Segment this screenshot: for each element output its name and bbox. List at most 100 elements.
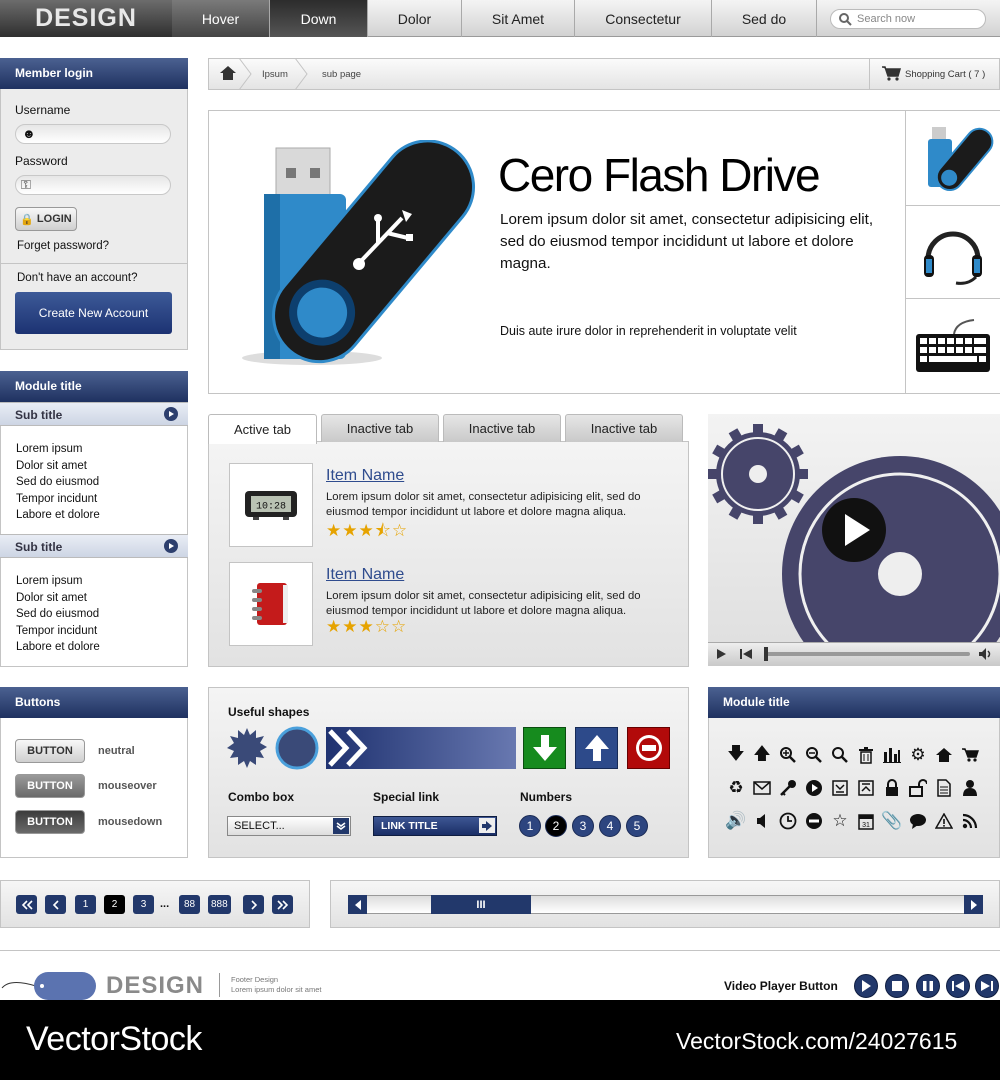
thumbnail-keyboard[interactable] bbox=[905, 299, 1000, 394]
star-rating[interactable]: ★★★⯪☆ bbox=[326, 518, 408, 547]
scroll-left-icon[interactable] bbox=[348, 895, 367, 914]
search-icon[interactable] bbox=[828, 743, 852, 767]
stop-sign-icon[interactable] bbox=[627, 727, 670, 769]
list-item[interactable]: Tempor incidunt bbox=[16, 491, 100, 508]
zoom-in-icon[interactable] bbox=[776, 743, 800, 767]
stop-icon[interactable] bbox=[885, 974, 909, 998]
tab-active[interactable]: Active tab bbox=[208, 414, 317, 444]
list-item[interactable]: Tempor incidunt bbox=[16, 623, 100, 640]
nav-item-down[interactable]: Down bbox=[270, 0, 368, 37]
nav-item-hover[interactable]: Hover bbox=[172, 0, 270, 37]
search-input[interactable]: Search now bbox=[830, 9, 986, 29]
collapse-down-icon[interactable] bbox=[828, 776, 852, 800]
number-button[interactable]: 1 bbox=[519, 815, 541, 837]
subtitle-2[interactable]: Sub title bbox=[0, 534, 188, 558]
scroll-right-icon[interactable] bbox=[964, 895, 983, 914]
next-page-icon[interactable] bbox=[243, 895, 264, 914]
previous-icon[interactable] bbox=[736, 646, 756, 662]
speaker-icon[interactable] bbox=[750, 809, 774, 833]
bar-chart-icon[interactable] bbox=[880, 743, 904, 767]
list-item[interactable]: Labore et dolore bbox=[16, 507, 100, 524]
subtitle-1[interactable]: Sub title bbox=[0, 402, 188, 426]
number-button[interactable]: 5 bbox=[626, 815, 648, 837]
list-item[interactable]: Lorem ipsum bbox=[16, 573, 100, 590]
item-name-link[interactable]: Item Name bbox=[326, 566, 404, 584]
page-button[interactable]: 88 bbox=[179, 895, 200, 914]
user-icon[interactable] bbox=[958, 776, 982, 800]
page-button[interactable]: 1 bbox=[75, 895, 96, 914]
upload-arrow-icon[interactable] bbox=[575, 727, 618, 769]
document-icon[interactable] bbox=[932, 776, 956, 800]
button-neutral[interactable]: BUTTON bbox=[15, 739, 85, 763]
list-item[interactable]: Dolor sit amet bbox=[16, 590, 100, 607]
list-item[interactable]: Labore et dolore bbox=[16, 639, 100, 656]
home-icon[interactable] bbox=[219, 65, 237, 81]
speaker-loud-icon[interactable]: 🔊 bbox=[724, 809, 748, 833]
skip-forward-icon[interactable] bbox=[975, 974, 999, 998]
chevron-down-icon[interactable] bbox=[333, 818, 349, 834]
video-progress-bar[interactable] bbox=[765, 652, 970, 656]
calendar-icon[interactable]: 31 bbox=[854, 809, 878, 833]
button-mouseover[interactable]: BUTTON bbox=[15, 774, 85, 798]
star-icon[interactable]: ☆ bbox=[828, 809, 852, 833]
list-item[interactable]: Sed do eiusmod bbox=[16, 606, 100, 623]
arrow-right-icon[interactable] bbox=[164, 407, 178, 421]
shopping-cart-link[interactable]: Shopping Cart ( 7 ) bbox=[905, 69, 985, 80]
arrow-right-icon[interactable] bbox=[479, 818, 495, 833]
speech-bubble-icon[interactable] bbox=[906, 809, 930, 833]
list-item[interactable]: Sed do eiusmod bbox=[16, 474, 100, 491]
button-mousedown[interactable]: BUTTON bbox=[15, 810, 85, 834]
mail-icon[interactable] bbox=[750, 776, 774, 800]
page-button-selected[interactable]: 2 bbox=[104, 895, 125, 914]
progress-handle[interactable] bbox=[764, 647, 768, 661]
rss-icon[interactable] bbox=[958, 809, 982, 833]
download-arrow-icon[interactable] bbox=[523, 727, 566, 769]
arrow-up-icon[interactable]: 🡅 bbox=[750, 743, 774, 767]
password-field[interactable] bbox=[15, 175, 171, 195]
lock-icon[interactable] bbox=[880, 776, 904, 800]
create-account-button[interactable]: Create New Account bbox=[15, 292, 172, 334]
unlock-icon[interactable] bbox=[906, 776, 930, 800]
clock-icon[interactable] bbox=[776, 809, 800, 833]
star-rating[interactable]: ★★★☆☆ bbox=[326, 617, 407, 637]
item-name-link[interactable]: Item Name bbox=[326, 467, 404, 485]
arrow-right-icon[interactable] bbox=[164, 539, 178, 553]
login-button[interactable]: 🔒 LOGIN bbox=[15, 207, 77, 231]
trash-icon[interactable] bbox=[854, 743, 878, 767]
tab-inactive[interactable]: Inactive tab bbox=[321, 414, 439, 442]
play-icon[interactable] bbox=[854, 974, 878, 998]
tab-inactive[interactable]: Inactive tab bbox=[443, 414, 561, 442]
previous-page-icon[interactable] bbox=[45, 895, 66, 914]
forget-password-link[interactable]: Forget password? bbox=[17, 240, 109, 252]
paperclip-icon[interactable]: 📎 bbox=[880, 809, 904, 833]
home-icon[interactable] bbox=[932, 743, 956, 767]
collapse-up-icon[interactable] bbox=[854, 776, 878, 800]
minus-circle-icon[interactable] bbox=[802, 809, 826, 833]
thumbnail-usb[interactable] bbox=[905, 110, 1000, 206]
arrow-down-icon[interactable]: 🡇 bbox=[724, 743, 748, 767]
play-circle-icon[interactable] bbox=[802, 776, 826, 800]
list-item[interactable]: Lorem ipsum bbox=[16, 441, 100, 458]
number-button-selected[interactable]: 2 bbox=[545, 815, 567, 837]
tab-inactive[interactable]: Inactive tab bbox=[565, 414, 683, 442]
nav-item-sed-do[interactable]: Sed do bbox=[712, 0, 817, 37]
nav-item-dolor[interactable]: Dolor bbox=[368, 0, 462, 37]
pause-icon[interactable] bbox=[916, 974, 940, 998]
page-button[interactable]: 3 bbox=[133, 895, 154, 914]
shopping-cart-icon[interactable] bbox=[881, 65, 901, 81]
shopping-cart-icon[interactable] bbox=[958, 743, 982, 767]
zoom-out-icon[interactable] bbox=[802, 743, 826, 767]
last-page-icon[interactable] bbox=[272, 895, 293, 914]
scroll-thumb[interactable]: III bbox=[431, 895, 531, 914]
gear-icon[interactable]: ⚙ bbox=[906, 743, 930, 767]
breadcrumb-item[interactable]: Ipsum bbox=[262, 69, 288, 80]
warning-icon[interactable] bbox=[932, 809, 956, 833]
skip-back-icon[interactable] bbox=[946, 974, 970, 998]
recycle-icon[interactable]: ♻ bbox=[724, 776, 748, 800]
list-item[interactable]: Dolor sit amet bbox=[16, 458, 100, 475]
key-icon[interactable] bbox=[776, 776, 800, 800]
volume-icon[interactable] bbox=[976, 646, 996, 662]
nav-item-sit-amet[interactable]: Sit Amet bbox=[462, 0, 575, 37]
play-icon[interactable] bbox=[712, 646, 730, 662]
thumbnail-headphones[interactable] bbox=[905, 206, 1000, 299]
